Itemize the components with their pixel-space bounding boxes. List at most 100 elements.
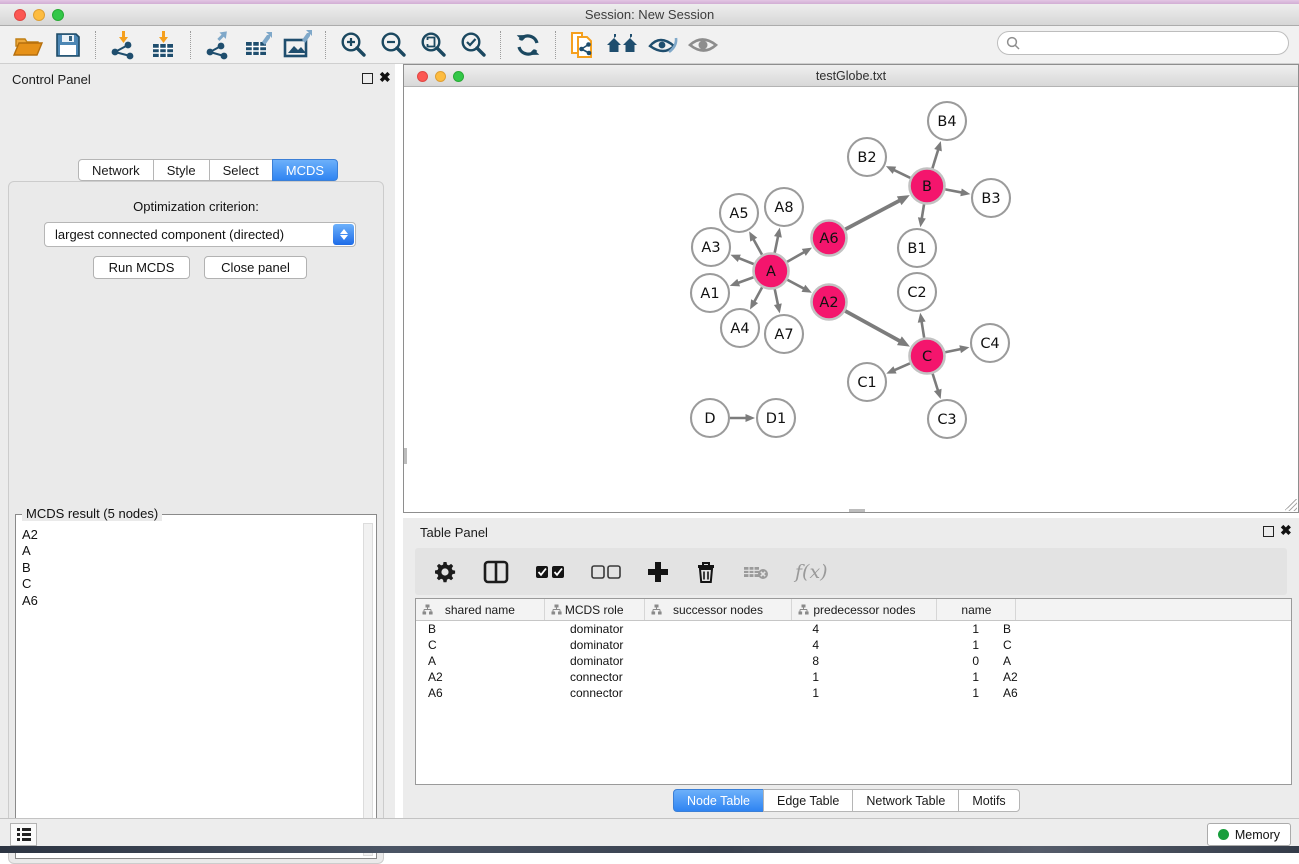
table-cell[interactable]: dominator — [558, 653, 668, 669]
search-input[interactable] — [997, 31, 1289, 55]
table-cell[interactable]: 4 — [668, 637, 831, 653]
table-cell[interactable]: dominator — [558, 621, 668, 637]
table-cell[interactable]: connector — [558, 685, 668, 701]
tab-motifs[interactable]: Motifs — [958, 789, 1019, 812]
column-header-successor-nodes[interactable]: successor nodes — [645, 599, 793, 620]
tab-select[interactable]: Select — [209, 159, 273, 181]
zoom-fit-icon[interactable] — [413, 28, 453, 62]
refresh-icon[interactable] — [508, 28, 548, 62]
table-cell[interactable]: C — [416, 637, 558, 653]
task-history-button[interactable] — [10, 823, 37, 846]
import-table-icon[interactable] — [143, 28, 183, 62]
graph-edge[interactable] — [922, 321, 925, 338]
tab-edge-table[interactable]: Edge Table — [763, 789, 853, 812]
zoom-out-icon[interactable] — [373, 28, 413, 62]
criterion-select[interactable]: largest connected component (directed) — [44, 222, 356, 247]
close-panel-icon[interactable]: ✖ — [379, 69, 391, 85]
network-window-titlebar[interactable]: testGlobe.txt — [404, 65, 1298, 87]
open-file-icon[interactable] — [8, 28, 48, 62]
tab-network[interactable]: Network — [78, 159, 154, 181]
zoom-in-icon[interactable] — [333, 28, 373, 62]
column-header-name[interactable]: name — [937, 599, 1016, 620]
table-row[interactable]: A6connector11A6 — [416, 685, 1291, 701]
table-row[interactable]: Bdominator41B — [416, 621, 1291, 637]
table-cell[interactable]: 1 — [831, 621, 991, 637]
gear-icon[interactable] — [433, 555, 457, 589]
graph-edge[interactable] — [945, 349, 961, 352]
graph-edge[interactable] — [753, 239, 762, 255]
tab-style[interactable]: Style — [153, 159, 210, 181]
table-cell[interactable]: B — [991, 621, 1078, 637]
column-header-MCDS-role[interactable]: MCDS role — [545, 599, 645, 620]
close-panel-button[interactable]: Close panel — [204, 256, 307, 279]
table-cell[interactable]: 4 — [668, 621, 831, 637]
table-row[interactable]: A2connector11A2 — [416, 669, 1291, 685]
graph-edge[interactable] — [738, 277, 754, 283]
first-neighbors-icon[interactable] — [603, 28, 643, 62]
tab-network-table[interactable]: Network Table — [852, 789, 959, 812]
table-cell[interactable]: 1 — [668, 669, 831, 685]
show-all-icon[interactable] — [683, 28, 723, 62]
delete-table-icon[interactable] — [743, 555, 769, 589]
table-cell[interactable]: A — [991, 653, 1078, 669]
result-scrollbar[interactable] — [363, 523, 373, 856]
close-table-panel-icon[interactable]: ✖ — [1280, 522, 1292, 538]
export-table-icon[interactable] — [238, 28, 278, 62]
table-cell[interactable]: A2 — [991, 669, 1078, 685]
mcds-result-list[interactable]: A2ABCA6 — [17, 523, 362, 857]
column-header-shared-name[interactable]: shared name — [416, 599, 545, 620]
table-row[interactable]: Cdominator41C — [416, 637, 1291, 653]
export-network-icon[interactable] — [198, 28, 238, 62]
zoom-selected-icon[interactable] — [453, 28, 493, 62]
graph-edge[interactable] — [922, 204, 924, 219]
network-canvas[interactable]: AA6A2BCA5A8A3A1A4A7B2B4B3B1C2C4C1C3DD1 — [404, 88, 1298, 512]
table-cell[interactable]: dominator — [558, 637, 668, 653]
graph-edge[interactable] — [894, 170, 911, 178]
graph-edge[interactable] — [932, 149, 938, 168]
column-header-predecessor-nodes[interactable]: predecessor nodes — [792, 599, 937, 620]
graph-edge[interactable] — [775, 236, 778, 253]
graph-edge[interactable] — [894, 363, 910, 370]
result-item[interactable]: C — [22, 576, 362, 592]
graph-edge[interactable] — [738, 258, 753, 264]
graph-edge[interactable] — [845, 200, 900, 229]
vertical-scroll-mark[interactable] — [404, 448, 407, 464]
split-columns-icon[interactable] — [483, 555, 509, 589]
memory-button[interactable]: Memory — [1207, 823, 1291, 846]
result-item[interactable]: A — [22, 543, 362, 559]
tab-node-table[interactable]: Node Table — [673, 789, 764, 812]
table-cell[interactable]: B — [416, 621, 558, 637]
table-cell[interactable]: 1 — [831, 669, 991, 685]
result-item[interactable]: A2 — [22, 527, 362, 543]
node-table[interactable]: shared nameMCDS rolesuccessor nodesprede… — [415, 598, 1292, 785]
hide-selected-icon[interactable] — [643, 28, 683, 62]
graph-edge[interactable] — [787, 252, 805, 262]
graph-edge[interactable] — [845, 311, 900, 341]
table-cell[interactable]: A2 — [416, 669, 558, 685]
import-network-icon[interactable] — [103, 28, 143, 62]
clone-network-icon[interactable] — [563, 28, 603, 62]
table-cell[interactable]: connector — [558, 669, 668, 685]
graph-edge[interactable] — [754, 287, 762, 302]
tab-mcds[interactable]: MCDS — [272, 159, 338, 181]
run-mcds-button[interactable]: Run MCDS — [93, 256, 190, 279]
resize-grip-icon[interactable] — [1285, 499, 1297, 511]
horizontal-scroll-mark[interactable] — [849, 509, 865, 512]
add-column-icon[interactable] — [647, 555, 669, 589]
table-row[interactable]: Adominator80A — [416, 653, 1291, 669]
table-cell[interactable]: 8 — [668, 653, 831, 669]
graph-edge[interactable] — [775, 289, 778, 305]
table-cell[interactable]: 1 — [668, 685, 831, 701]
table-cell[interactable]: 0 — [831, 653, 991, 669]
float-table-panel-icon[interactable] — [1263, 526, 1274, 537]
select-all-icon[interactable] — [535, 555, 565, 589]
result-item[interactable]: B — [22, 560, 362, 576]
function-builder-icon[interactable]: f(x) — [795, 555, 828, 589]
graph-edge[interactable] — [945, 189, 962, 192]
table-cell[interactable]: C — [991, 637, 1078, 653]
table-cell[interactable]: 1 — [831, 685, 991, 701]
save-session-icon[interactable] — [48, 28, 88, 62]
result-item[interactable]: A6 — [22, 593, 362, 609]
deselect-all-icon[interactable] — [591, 555, 621, 589]
table-cell[interactable]: A — [416, 653, 558, 669]
